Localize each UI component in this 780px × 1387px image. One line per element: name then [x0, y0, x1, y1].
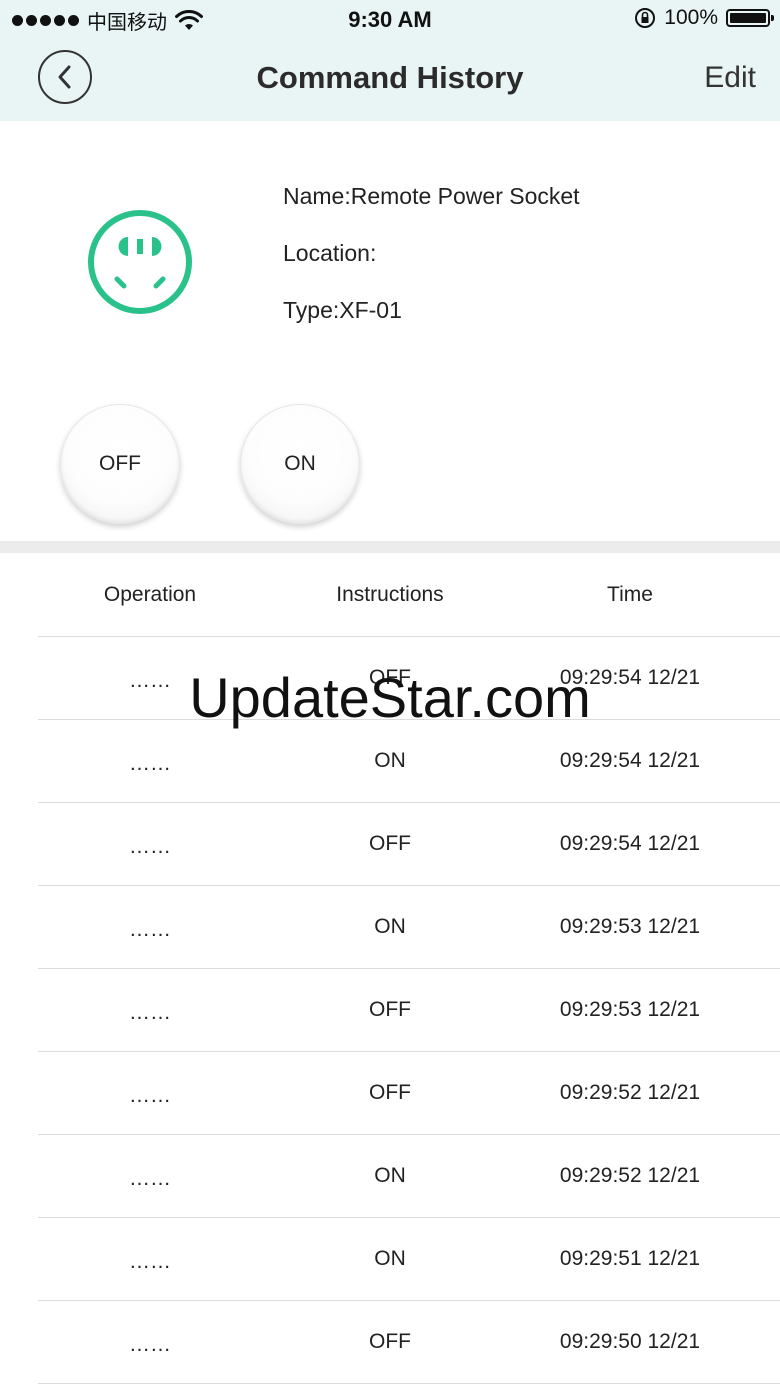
table-row: …… ON 09:29:53 12/21 — [38, 886, 780, 969]
table-row: …… OFF 09:29:50 12/21 — [38, 1301, 780, 1384]
rotation-lock-icon — [635, 8, 656, 28]
header-operation: Operation — [103, 582, 197, 606]
battery-icon — [726, 9, 774, 27]
instruction-cell: OFF — [369, 832, 411, 855]
table-row: …… OFF 09:29:54 12/21 — [38, 803, 780, 886]
header-area: 中国移动 9:30 AM 100% Command History Edit — [0, 0, 780, 122]
section-divider — [0, 541, 780, 553]
instruction-cell: ON — [374, 915, 406, 938]
instruction-cell: OFF — [369, 998, 411, 1021]
navigation-bar: Command History Edit — [0, 40, 780, 120]
on-button[interactable]: ON — [240, 404, 360, 524]
operation-cell: …… — [129, 1333, 171, 1356]
device-name: Name:Remote Power Socket — [283, 183, 580, 209]
edit-button[interactable]: Edit — [704, 61, 756, 95]
time-cell: 09:29:50 12/21 — [559, 1330, 701, 1353]
table-row: …… ON 09:29:52 12/21 — [38, 1135, 780, 1218]
time-cell: 09:29:54 12/21 — [559, 666, 701, 689]
device-location: Location: — [283, 240, 377, 266]
operation-cell: …… — [129, 1167, 171, 1190]
operation-cell: …… — [129, 1084, 171, 1107]
off-button[interactable]: OFF — [60, 404, 180, 524]
time-cell: 09:29:51 12/21 — [559, 1247, 701, 1270]
time-cell: 09:29:54 12/21 — [559, 749, 701, 772]
instruction-cell: OFF — [369, 666, 411, 689]
operation-cell: …… — [129, 752, 171, 775]
operation-cell: …… — [129, 1250, 171, 1273]
table-row: …… OFF 09:29:53 12/21 — [38, 969, 780, 1052]
battery-percent: 100% — [664, 6, 718, 29]
command-history-table: Operation Instructions Time …… OFF 09:29:5… — [0, 553, 780, 1384]
instruction-cell: ON — [374, 1164, 406, 1187]
table-row: …… OFF 09:29:54 12/21 — [38, 637, 780, 720]
time-cell: 09:29:52 12/21 — [559, 1164, 701, 1187]
table-row: …… ON 09:29:51 12/21 — [38, 1218, 780, 1301]
status-bar: 中国移动 9:30 AM 100% — [0, 0, 780, 40]
operation-cell: …… — [129, 835, 171, 858]
table-row: …… ON 09:29:54 12/21 — [38, 720, 780, 803]
time-cell: 09:29:53 12/21 — [559, 998, 701, 1021]
operation-cell: …… — [129, 1001, 171, 1024]
instruction-cell: OFF — [369, 1330, 411, 1353]
header-instructions: Instructions — [336, 582, 444, 606]
instruction-cell: ON — [374, 1247, 406, 1270]
instruction-cell: OFF — [369, 1081, 411, 1104]
status-right: 100% — [634, 6, 774, 30]
operation-cell: …… — [129, 918, 171, 941]
instruction-cell: ON — [374, 749, 406, 772]
device-info-panel: Name:Remote Power Socket Location: Type:… — [0, 121, 780, 541]
socket-icon — [88, 210, 192, 314]
header-time: Time — [607, 582, 653, 606]
table-row: …… OFF 09:29:52 12/21 — [38, 1052, 780, 1135]
time-cell: 09:29:52 12/21 — [559, 1081, 701, 1104]
table-header: Operation Instructions Time — [38, 553, 780, 637]
page-title: Command History — [256, 60, 524, 95]
operation-cell: …… — [129, 669, 171, 692]
time-cell: 09:29:53 12/21 — [559, 915, 701, 938]
device-type: Type:XF-01 — [283, 297, 402, 323]
device-details: Name:Remote Power Socket Location: Type:… — [283, 181, 580, 352]
time-cell: 09:29:54 12/21 — [559, 832, 701, 855]
